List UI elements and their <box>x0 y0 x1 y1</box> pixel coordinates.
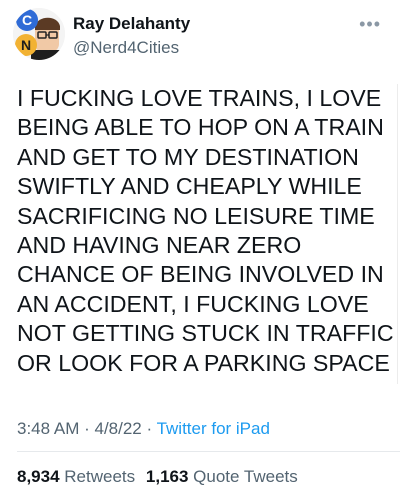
user-handle[interactable]: @Nerd4Cities <box>73 37 190 59</box>
tweet-card: C N Ray Delahanty @Nerd4Cities ••• I FUC… <box>0 0 400 500</box>
avatar-image: C N <box>13 8 65 60</box>
user-info: Ray Delahanty @Nerd4Cities <box>73 14 190 59</box>
retweets-stat[interactable]: 8,934 Retweets <box>17 467 135 486</box>
avatar-letter-c: C <box>22 12 32 28</box>
divider <box>17 451 400 452</box>
retweets-count: 8,934 <box>17 467 60 486</box>
quote-tweets-label: Quote Tweets <box>193 467 298 486</box>
tweet-time[interactable]: 3:48 AM <box>17 419 79 438</box>
meta-separator: · <box>79 419 95 438</box>
tweet-meta: 3:48 AM · 4/8/22 · Twitter for iPad <box>17 419 270 439</box>
meta-separator: · <box>141 419 157 438</box>
tweet-date[interactable]: 4/8/22 <box>94 419 141 438</box>
retweets-label: Retweets <box>64 467 136 486</box>
tweet-stats: 8,934 Retweets 1,163 Quote Tweets <box>17 467 298 487</box>
quote-tweets-stat[interactable]: 1,163 Quote Tweets <box>146 467 298 486</box>
display-name[interactable]: Ray Delahanty <box>73 14 190 34</box>
avatar[interactable]: C N <box>13 8 65 60</box>
tweet-text: I FUCKING LOVE TRAINS, I LOVE BEING ABLE… <box>17 85 394 376</box>
more-options-icon[interactable]: ••• <box>359 14 381 35</box>
quote-tweets-count: 1,163 <box>145 467 189 486</box>
tweet-header: C N Ray Delahanty @Nerd4Cities ••• <box>13 8 393 64</box>
edge-divider <box>397 84 398 384</box>
avatar-letter-n: N <box>21 37 31 53</box>
tweet-source-link[interactable]: Twitter for iPad <box>157 419 270 438</box>
